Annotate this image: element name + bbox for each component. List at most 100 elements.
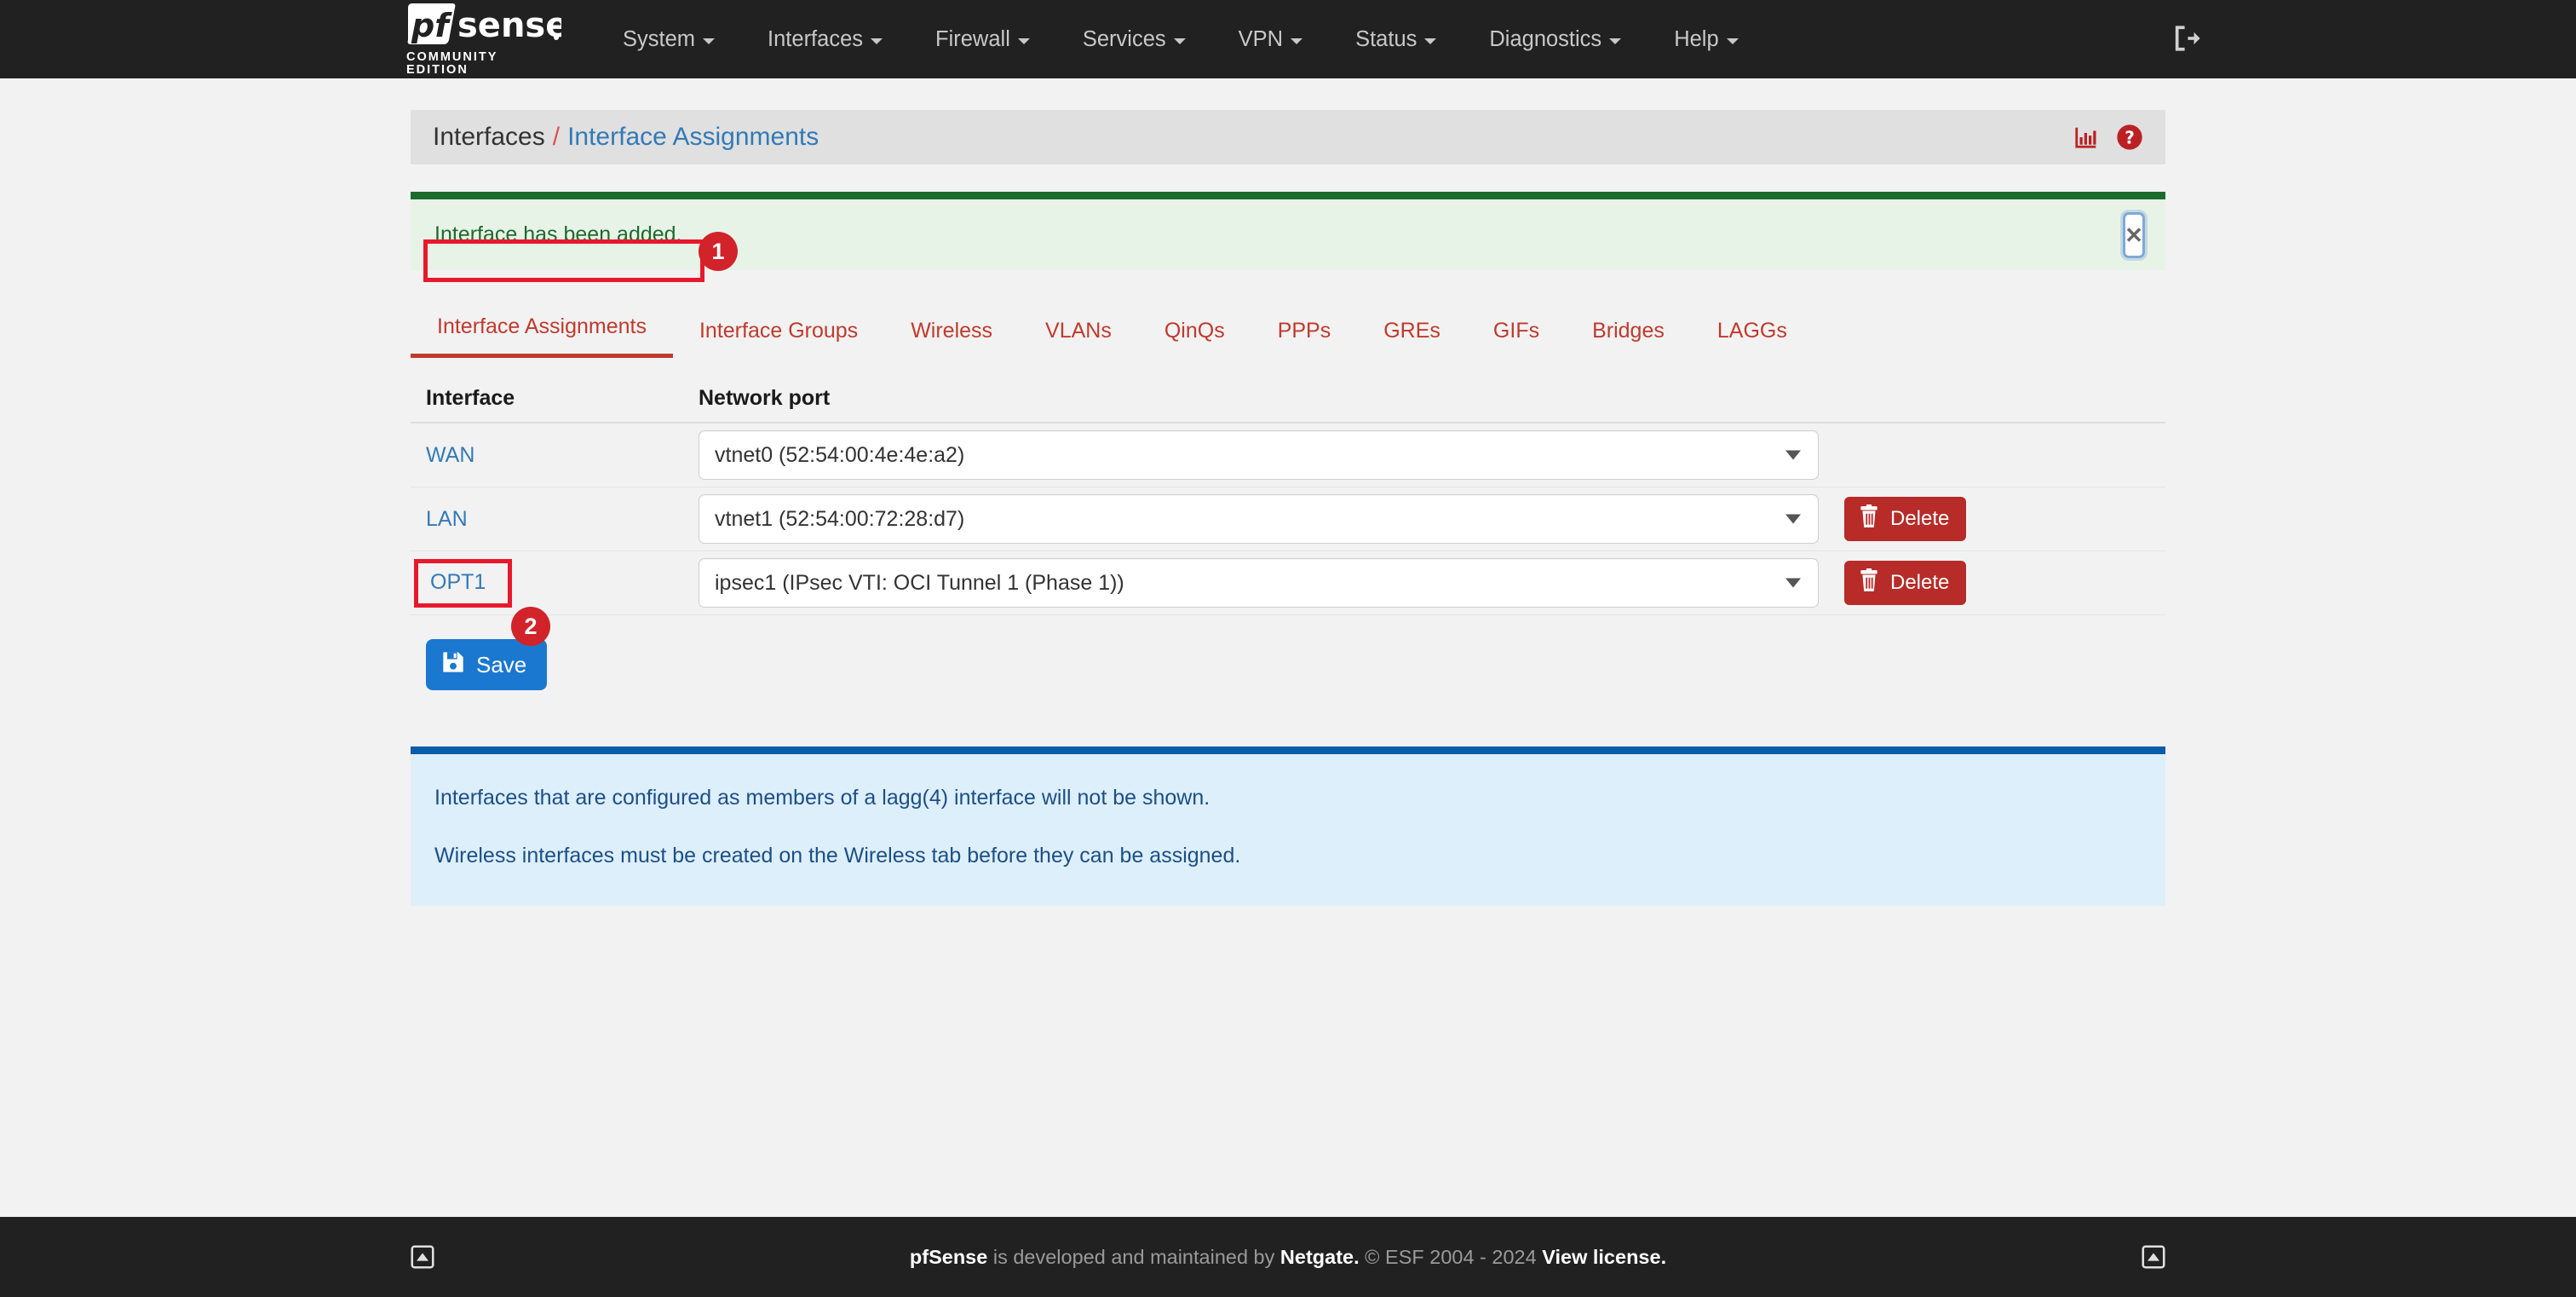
main-content: Interfaces / Interface Assignments bbox=[411, 78, 2165, 906]
browser-viewport: pf sense COMMUNITY EDITION System Interf… bbox=[0, 0, 2576, 1297]
breadcrumb-current[interactable]: Interface Assignments bbox=[567, 123, 819, 152]
footer-mid-text: is developed and maintained by bbox=[987, 1246, 1280, 1268]
tab-interface-assignments[interactable]: Interface Assignments bbox=[411, 303, 673, 358]
tab-label: PPPs bbox=[1278, 319, 1331, 343]
navbar-menu: System Interfaces Firewall Services bbox=[596, 0, 1765, 78]
tab-ppps[interactable]: PPPs bbox=[1251, 307, 1358, 358]
nav-item-firewall[interactable]: Firewall bbox=[909, 0, 1056, 78]
nav-item-system[interactable]: System bbox=[596, 0, 741, 78]
tab-bridges[interactable]: Bridges bbox=[1566, 307, 1691, 358]
tab-label: Bridges bbox=[1592, 319, 1665, 343]
table-header-row: Interface Network port bbox=[411, 374, 2165, 424]
nav-item-help[interactable]: Help bbox=[1647, 0, 1764, 78]
interface-link-opt1[interactable]: OPT1 bbox=[414, 559, 512, 608]
tab-label: Interface Assignments bbox=[437, 314, 647, 338]
trash-icon bbox=[1858, 568, 1880, 598]
delete-button-lan[interactable]: Delete bbox=[1844, 497, 1966, 541]
table-row: WAN vtnet0 (52:54:00:4e:4e:a2) bbox=[411, 424, 2165, 487]
cell-interface: OPT1 bbox=[426, 559, 699, 608]
cell-interface: LAN bbox=[426, 507, 699, 532]
breadcrumb-parent[interactable]: Interfaces bbox=[433, 123, 545, 152]
svg-text:sense: sense bbox=[457, 6, 561, 45]
interface-assignments-table: Interface Network port WAN vtnet0 (52:54… bbox=[411, 374, 2165, 690]
nav-item-label: System bbox=[623, 0, 695, 78]
tab-label: LAGGs bbox=[1717, 319, 1787, 343]
pfsense-brand-logo[interactable]: pf sense COMMUNITY EDITION bbox=[406, 7, 564, 72]
scroll-to-top-icon bbox=[2142, 1245, 2165, 1269]
tab-interface-groups[interactable]: Interface Groups bbox=[673, 307, 884, 358]
tab-label: VLANs bbox=[1045, 319, 1112, 343]
header-icon-group: ? bbox=[2073, 124, 2143, 151]
nav-item-label: Services bbox=[1083, 0, 1166, 78]
chevron-down-icon bbox=[871, 38, 883, 44]
tab-qinqs[interactable]: QinQs bbox=[1138, 307, 1251, 358]
chevron-down-icon bbox=[1785, 579, 1801, 588]
info-panel: Interfaces that are configured as member… bbox=[411, 746, 2165, 906]
svg-text:?: ? bbox=[2125, 127, 2135, 147]
footer-brand: pfSense bbox=[910, 1246, 987, 1268]
interface-link-lan[interactable]: LAN bbox=[426, 507, 468, 532]
network-port-select-lan[interactable]: vtnet1 (52:54:00:72:28:d7) bbox=[699, 494, 1819, 544]
tab-wireless[interactable]: Wireless bbox=[884, 307, 1019, 358]
breadcrumb-separator: / bbox=[553, 123, 560, 152]
cell-network-port: ipsec1 (IPsec VTI: OCI Tunnel 1 (Phase 1… bbox=[699, 558, 1844, 608]
trash-icon bbox=[1858, 504, 1880, 534]
tab-label: Interface Groups bbox=[699, 319, 858, 343]
nav-item-vpn[interactable]: VPN bbox=[1212, 0, 1329, 78]
svg-text:pf: pf bbox=[411, 7, 452, 44]
info-line-wireless: Wireless interfaces must be created on t… bbox=[434, 843, 2142, 868]
page-header: Interfaces / Interface Assignments bbox=[411, 110, 2165, 164]
cell-interface: WAN bbox=[426, 443, 699, 468]
tab-gres[interactable]: GREs bbox=[1357, 307, 1467, 358]
chevron-down-icon bbox=[1174, 38, 1186, 44]
tab-gifs[interactable]: GIFs bbox=[1467, 307, 1566, 358]
nav-item-interfaces[interactable]: Interfaces bbox=[741, 0, 909, 78]
tab-label: Wireless bbox=[911, 319, 992, 343]
chevron-down-icon bbox=[1018, 38, 1030, 44]
footer-copyright: © ESF 2004 - 2024 bbox=[1360, 1246, 1543, 1268]
tab-label: GIFs bbox=[1493, 319, 1539, 343]
network-port-selected-value: vtnet0 (52:54:00:4e:4e:a2) bbox=[715, 443, 964, 468]
nav-item-label: Firewall bbox=[935, 0, 1010, 78]
nav-item-label: Status bbox=[1355, 0, 1417, 78]
save-button[interactable]: Save bbox=[426, 639, 547, 690]
network-port-selected-value: ipsec1 (IPsec VTI: OCI Tunnel 1 (Phase 1… bbox=[715, 571, 1124, 596]
chevron-down-icon bbox=[703, 38, 715, 44]
cell-actions: Delete bbox=[1844, 561, 2150, 605]
brand-edition-label: COMMUNITY EDITION bbox=[406, 51, 564, 76]
network-port-select-opt1[interactable]: ipsec1 (IPsec VTI: OCI Tunnel 1 (Phase 1… bbox=[699, 558, 1819, 608]
nav-item-services[interactable]: Services bbox=[1056, 0, 1212, 78]
delete-button-label: Delete bbox=[1890, 571, 1949, 595]
chevron-down-icon bbox=[1727, 38, 1739, 44]
logout-icon bbox=[2172, 24, 2201, 53]
column-header-network-port: Network port bbox=[699, 386, 2150, 411]
alert-message: Interface has been added. bbox=[434, 222, 682, 247]
nav-item-diagnostics[interactable]: Diagnostics bbox=[1463, 0, 1647, 78]
scroll-to-top-button-right[interactable] bbox=[2142, 1245, 2165, 1269]
nav-item-label: Interfaces bbox=[768, 0, 863, 78]
scroll-to-top-button-left[interactable] bbox=[411, 1245, 434, 1269]
table-row: LAN vtnet1 (52:54:00:72:28:d7) bbox=[411, 487, 2165, 551]
annotation-badge-1: 1 bbox=[699, 232, 738, 271]
chevron-down-icon bbox=[1785, 515, 1801, 524]
nav-item-status[interactable]: Status bbox=[1329, 0, 1463, 78]
tab-laggs[interactable]: LAGGs bbox=[1691, 307, 1814, 358]
alert-close-button[interactable]: ✕ bbox=[2123, 212, 2145, 258]
interface-link-wan[interactable]: WAN bbox=[426, 443, 474, 468]
scroll-to-top-icon bbox=[411, 1245, 434, 1269]
network-port-select-wan[interactable]: vtnet0 (52:54:00:4e:4e:a2) bbox=[699, 430, 1819, 480]
cell-network-port: vtnet1 (52:54:00:72:28:d7) bbox=[699, 494, 1844, 544]
status-monitoring-icon[interactable] bbox=[2073, 124, 2099, 150]
cell-actions: Delete bbox=[1844, 497, 2150, 541]
nav-item-label: VPN bbox=[1239, 0, 1283, 78]
delete-button-label: Delete bbox=[1890, 507, 1949, 531]
page-footer: pfSense is developed and maintained by N… bbox=[0, 1217, 2576, 1297]
help-icon[interactable]: ? bbox=[2116, 124, 2143, 151]
tab-vlans[interactable]: VLANs bbox=[1019, 307, 1138, 358]
logout-button[interactable] bbox=[2172, 24, 2201, 57]
view-license-link[interactable]: View license. bbox=[1542, 1246, 1666, 1268]
tab-label: QinQs bbox=[1164, 319, 1225, 343]
pfsense-logo-icon: pf sense bbox=[406, 3, 561, 49]
info-line-lagg: Interfaces that are configured as member… bbox=[434, 785, 2142, 810]
delete-button-opt1[interactable]: Delete bbox=[1844, 561, 1966, 605]
